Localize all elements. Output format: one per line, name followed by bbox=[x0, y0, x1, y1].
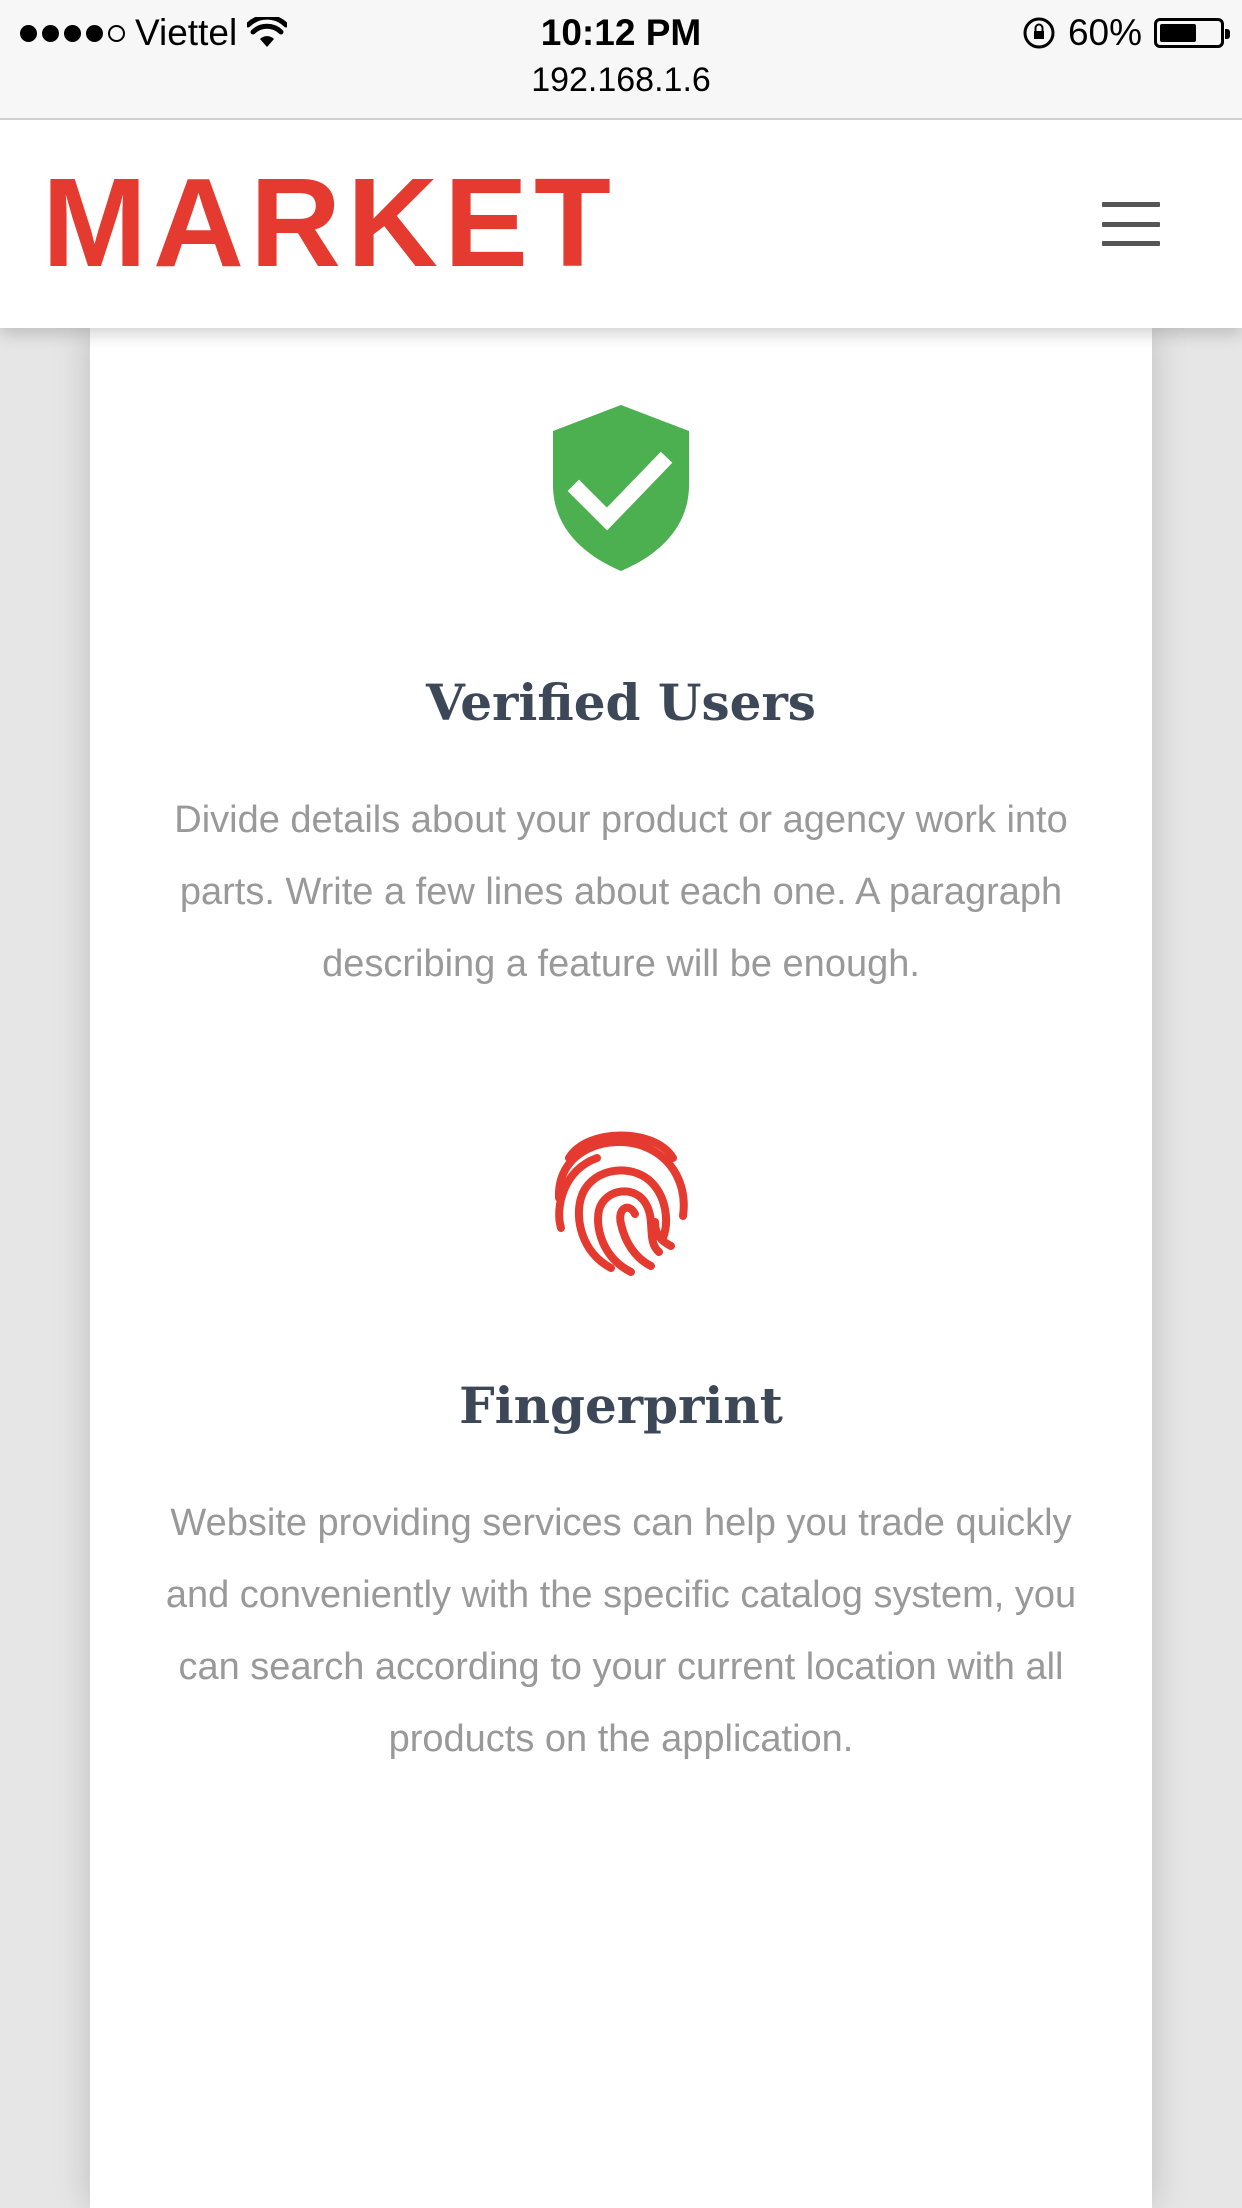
fingerprint-icon bbox=[554, 1131, 688, 1276]
feature-title: Fingerprint bbox=[459, 1376, 783, 1435]
status-bar: Viettel 10:12 PM 60% 192.168.1.6 bbox=[0, 0, 1242, 120]
feature-fingerprint: Fingerprint Website providing services c… bbox=[90, 1118, 1152, 1775]
feature-description: Website providing services can help you … bbox=[165, 1502, 1077, 1760]
market-logo[interactable]: MARKET bbox=[42, 160, 617, 286]
device-status: 60% bbox=[1022, 8, 1230, 58]
site-header: MARKET bbox=[0, 120, 1242, 328]
shield-check-icon bbox=[553, 405, 689, 571]
feature-description: Divide details about your product or age… bbox=[174, 799, 1068, 985]
menu-bar bbox=[1102, 202, 1160, 207]
battery-icon bbox=[1154, 18, 1230, 48]
hamburger-menu-button[interactable] bbox=[1102, 202, 1160, 246]
battery-percent: 60% bbox=[1067, 12, 1142, 53]
feature-title: Verified Users bbox=[426, 673, 816, 732]
feature-verified-users: Verified Users Divide details about your… bbox=[90, 403, 1152, 1000]
orientation-lock-icon bbox=[1023, 17, 1055, 49]
menu-bar bbox=[1102, 241, 1160, 246]
address-bar-url[interactable]: 192.168.1.6 bbox=[0, 58, 1242, 102]
features-section: Verified Users Divide details about your… bbox=[90, 328, 1152, 2208]
menu-bar bbox=[1102, 221, 1160, 227]
